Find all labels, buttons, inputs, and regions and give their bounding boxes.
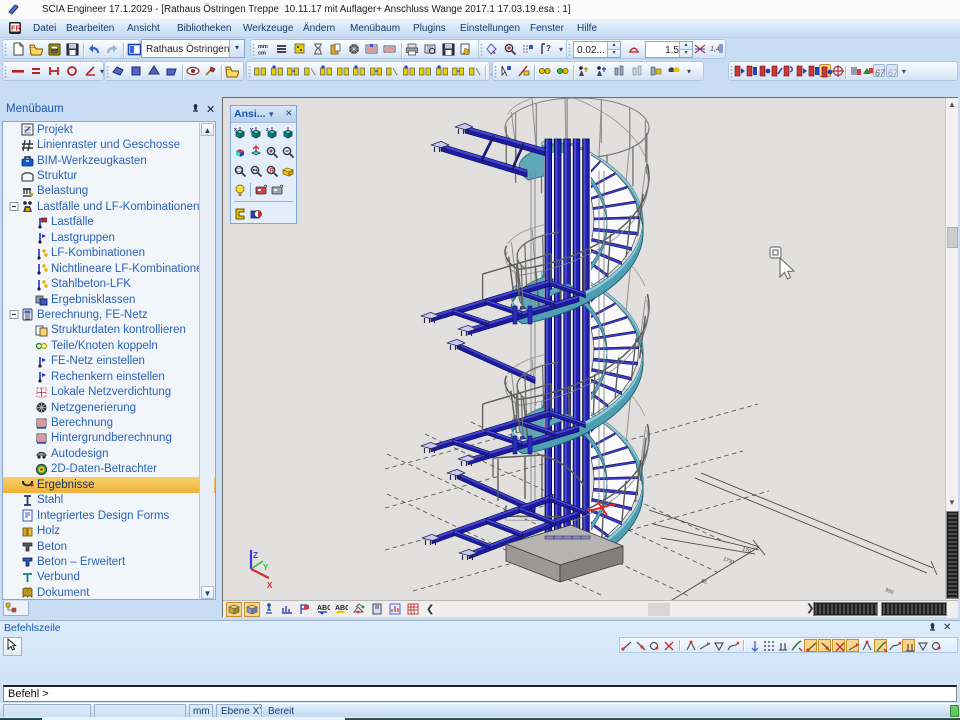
svg-text:1,4: 1,4 — [710, 46, 720, 53]
svg-text:X: X — [267, 581, 273, 590]
svg-text:67: 67 — [888, 68, 899, 78]
svg-text:950: 950 — [884, 587, 894, 596]
svg-text:?: ? — [546, 44, 551, 53]
svg-text:mm: mm — [258, 44, 268, 50]
svg-text:cm: cm — [258, 51, 266, 57]
svg-text:R: R — [269, 168, 274, 174]
svg-text:z: z — [266, 127, 269, 133]
svg-text:y: y — [319, 46, 322, 52]
svg-text:67: 67 — [875, 68, 886, 78]
svg-text:Z: Z — [253, 551, 258, 560]
svg-text:ABC: ABC — [317, 605, 330, 612]
svg-text:65: 65 — [700, 578, 708, 586]
svg-text:1730: 1730 — [722, 556, 735, 566]
svg-text:FR: FR — [11, 24, 22, 33]
svg-text:Y: Y — [263, 563, 269, 572]
